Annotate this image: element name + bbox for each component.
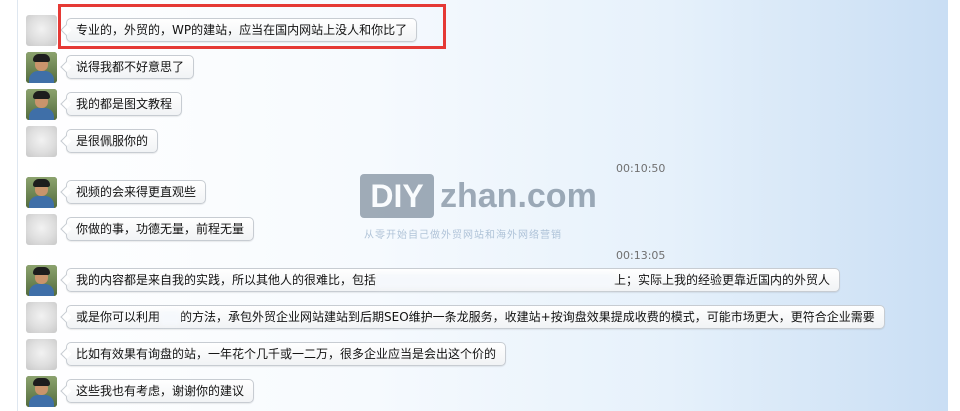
watermark-domain: zhan.com [440, 177, 597, 215]
message-text: 我的内容都是来自我的实践，所以其他人的很难比，包括 [76, 273, 377, 287]
message-bubble: 或是你可以利用 的方法，承包外贸企业网站建站到后期SEO维护一条龙服务，收建站+按… [66, 305, 885, 329]
avatar [26, 126, 57, 157]
message-bubble: 是很佩服你的 [66, 129, 159, 153]
avatar [26, 177, 57, 208]
message-text: 或是你可以利用 [76, 310, 161, 324]
avatar [26, 214, 57, 245]
watermark-slogan: 从零开始自己做外贸网站和海外网络营销 [364, 230, 562, 241]
message-text: 的方法，承包外贸企业网站建站到后期SEO维护一条龙服务，收建站+按询盘效果提成收… [180, 310, 875, 324]
redacted-text [376, 273, 615, 288]
watermark-logo: DIY zhan.com 从零开始自己做外贸网站和海外网络营销 [360, 174, 610, 246]
avatar [26, 15, 57, 46]
message-bubble: 我的都是图文教程 [66, 92, 183, 116]
avatar [26, 339, 57, 370]
avatar [26, 376, 57, 407]
timestamp: 00:13:05 [616, 249, 666, 262]
message-text: 上；实际上我的经验更靠近国内的外贸人 [614, 273, 831, 287]
highlight-annotation-box [58, 4, 446, 49]
watermark-diy-box: DIY [360, 174, 434, 218]
timestamp: 00:10:50 [616, 162, 666, 175]
avatar [26, 265, 57, 296]
message-bubble: 比如有效果有询盘的站，一年花个几千或一二万，很多企业应当是会出这个价的 [66, 342, 507, 366]
message-bubble: 视频的会来得更直观些 [66, 180, 207, 204]
redacted-text [160, 310, 181, 325]
message-bubble: 你做的事，功德无量，前程无量 [66, 217, 255, 241]
message-bubble: 说得我都不好意思了 [66, 55, 195, 79]
avatar [26, 89, 57, 120]
message-bubble: 我的内容都是来自我的实践，所以其他人的很难比，包括 上；实际上我的经验更靠近国内的… [66, 268, 841, 292]
avatar [26, 52, 57, 83]
message-bubble: 这些我也有考虑，谢谢你的建议 [66, 379, 255, 403]
avatar [26, 302, 57, 333]
